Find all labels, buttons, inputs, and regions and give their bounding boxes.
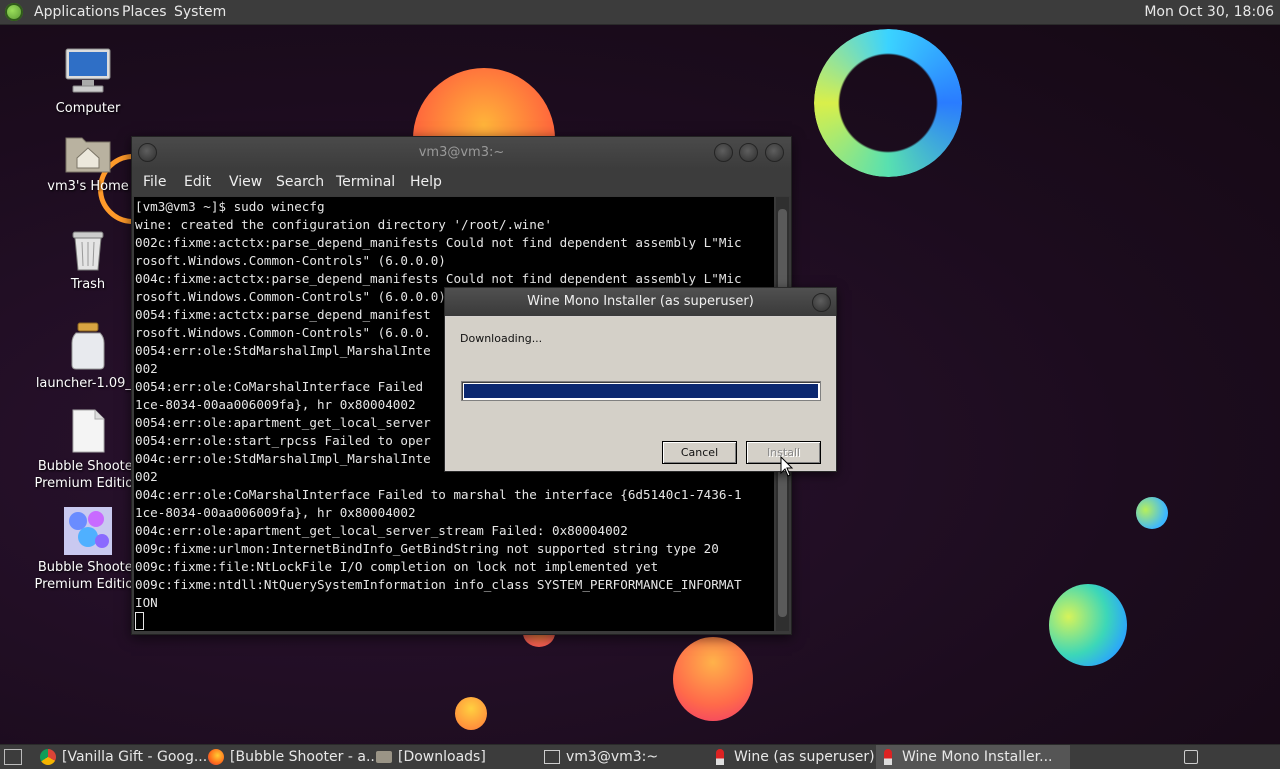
ring-decoration <box>814 29 962 177</box>
dialog-title: Wine Mono Installer (as superuser) <box>527 294 754 309</box>
workspace-switcher-icon[interactable] <box>1184 750 1198 764</box>
system-menu[interactable]: System <box>174 0 226 24</box>
orange-ball-decoration <box>673 637 753 721</box>
top-panel: Applications Places System Mon Oct 30, 1… <box>0 0 1280 25</box>
cancel-button[interactable]: Cancel <box>662 441 737 464</box>
taskbar-item-terminal[interactable]: vm3@vm3:~ <box>540 745 726 769</box>
maximize-button[interactable] <box>739 143 758 162</box>
terminal-line: 004c:err:ole:apartment_get_local_server_… <box>135 523 628 538</box>
dialog-body: Downloading... Cancel Install <box>446 317 835 470</box>
terminal-cursor-line <box>135 612 774 631</box>
close-button[interactable] <box>765 143 784 162</box>
progress-fill <box>464 384 818 398</box>
taskbar-item-label: [Bubble Shooter - a... <box>230 749 380 765</box>
terminal-line: ION <box>135 595 158 610</box>
wine-icon <box>884 749 892 765</box>
terminal-title: vm3@vm3:~ <box>418 145 505 160</box>
desktop-icon-label: Trash <box>70 277 106 292</box>
menu-file[interactable]: File <box>143 169 166 196</box>
small-orange-ball-decoration <box>455 697 487 730</box>
terminal-line: 002c:fixme:actctx:parse_depend_manifests… <box>135 235 742 250</box>
terminal-line: rosoft.Windows.Common-Controls" (6.0.0.0… <box>135 253 446 268</box>
download-progress-bar <box>461 381 821 401</box>
taskbar-item-label: [Vanilla Gift - Goog... <box>62 749 208 765</box>
desktop-icon-bubble-shooter-file[interactable]: Bubble Shooter Premium Edition <box>28 408 148 492</box>
desktop-icon-label: launcher-1.09_1 <box>35 376 141 391</box>
menu-terminal[interactable]: Terminal <box>336 169 395 196</box>
computer-icon <box>63 46 113 96</box>
taskbar-item-chrome[interactable]: [Vanilla Gift - Goog... <box>36 745 222 769</box>
terminal-line: 009c:fixme:urlmon:InternetBindInfo_GetBi… <box>135 541 719 556</box>
minimize-button[interactable] <box>714 143 733 162</box>
big-blue-ball-decoration <box>1049 584 1127 666</box>
file-icon <box>70 408 106 454</box>
menu-search[interactable]: Search <box>276 169 324 196</box>
desktop-icon-label: vm3's Home <box>47 179 129 194</box>
terminal-menubar: File Edit View Search Terminal Help <box>132 169 791 196</box>
menu-edit[interactable]: Edit <box>184 169 211 196</box>
trash-icon <box>67 226 109 272</box>
desktop-icon-trash[interactable]: Trash <box>28 226 148 293</box>
download-status: Downloading... <box>460 332 543 345</box>
terminal-line: 009c:fixme:ntdll:NtQuerySystemInformatio… <box>135 577 742 592</box>
desktop-icon-bubble-shooter-app[interactable]: Bubble Shooter Premium Edition <box>28 507 148 593</box>
desktop-icon-label: Bubble Shooter Premium Edition <box>34 459 142 491</box>
menu-help[interactable]: Help <box>410 169 442 196</box>
desktop-icon-launcher[interactable]: launcher-1.09_1 <box>28 321 148 392</box>
terminal-icon <box>544 750 560 764</box>
terminal-line: 009c:fixme:file:NtLockFile I/O completio… <box>135 559 659 574</box>
menu-view[interactable]: View <box>229 169 262 196</box>
taskbar-item-downloads[interactable]: [Downloads] <box>372 745 558 769</box>
desktop-icon-computer[interactable]: Computer <box>28 46 148 117</box>
distro-logo-icon[interactable] <box>5 3 23 21</box>
taskbar-item-label: [Downloads] <box>398 749 486 765</box>
firefox-icon <box>208 749 224 765</box>
terminal-cursor <box>135 612 144 630</box>
bottom-taskbar: [Vanilla Gift - Goog... [Bubble Shooter … <box>0 744 1280 769</box>
wine-mono-installer-dialog[interactable]: Wine Mono Installer (as superuser) Downl… <box>444 287 837 472</box>
taskbar-item-wine[interactable]: Wine (as superuser) <box>708 745 894 769</box>
desktop-icon-home[interactable]: vm3's Home <box>28 128 148 195</box>
folder-icon <box>376 751 392 763</box>
desktop-icon-label: Bubble Shooter Premium Edition <box>34 560 142 592</box>
taskbar-item-firefox[interactable]: [Bubble Shooter - a... <box>204 745 390 769</box>
terminal-line: [vm3@vm3 ~]$ sudo winecfg <box>135 199 325 214</box>
dialog-titlebar[interactable]: Wine Mono Installer (as superuser) <box>445 288 836 316</box>
applications-menu[interactable]: Applications <box>34 0 120 24</box>
terminal-titlebar[interactable]: vm3@vm3:~ <box>132 137 791 169</box>
chrome-icon <box>40 749 56 765</box>
desktop-icon-label: Computer <box>55 101 121 116</box>
show-desktop-icon[interactable] <box>4 749 22 765</box>
taskbar-item-wine-mono-installer[interactable]: Wine Mono Installer... <box>876 745 1070 769</box>
clock[interactable]: Mon Oct 30, 18:06 <box>1144 0 1274 24</box>
home-folder-icon <box>63 128 113 174</box>
terminal-line: 004c:fixme:actctx:parse_depend_manifests… <box>135 271 742 286</box>
wine-icon <box>716 749 724 765</box>
taskbar-item-label: Wine Mono Installer... <box>902 749 1053 765</box>
jar-icon <box>68 321 108 371</box>
terminal-line: 1ce-8034-00aa006009fa}, hr 0x80004002 <box>135 505 416 520</box>
bubble-game-icon <box>64 507 112 555</box>
terminal-line: 004c:err:ole:CoMarshalInterface Failed t… <box>135 487 742 502</box>
places-menu[interactable]: Places <box>122 0 167 24</box>
dialog-close-button[interactable] <box>812 293 831 312</box>
taskbar-item-label: vm3@vm3:~ <box>566 749 659 765</box>
taskbar-item-label: Wine (as superuser) <box>734 749 875 765</box>
mouse-pointer-icon <box>780 456 794 477</box>
small-blue-ball-decoration <box>1136 497 1168 529</box>
terminal-line: wine: created the configuration director… <box>135 217 553 232</box>
